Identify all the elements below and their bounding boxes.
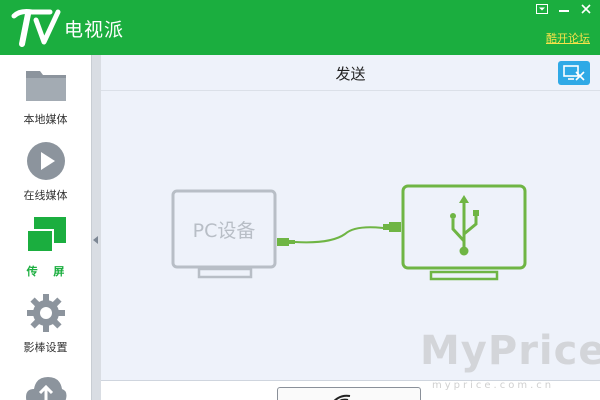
gear-icon: [27, 294, 65, 332]
sidebar-item-label: 传 屏: [26, 265, 71, 278]
forum-link[interactable]: 酷开论坛: [546, 30, 590, 46]
play-icon: [27, 142, 65, 180]
app-title: 电视派: [64, 19, 125, 41]
sidebar-item-label: 在线媒体: [23, 189, 68, 202]
sidebar-divider[interactable]: [91, 55, 101, 400]
watermark: MyPrice: [420, 328, 600, 374]
screen-cast-button[interactable]: [558, 61, 590, 85]
send-action-button[interactable]: [277, 387, 421, 400]
wifi-signal-icon: [333, 394, 351, 400]
minimize-icon[interactable]: [556, 2, 572, 16]
sidebar-item-cloud[interactable]: [0, 359, 91, 400]
usb-cable: [277, 222, 401, 246]
sidebar-item-online-media[interactable]: 在线媒体: [0, 131, 91, 207]
pc-device-label: PC设备: [193, 220, 256, 242]
sidebar-item-label: 影棒设置: [23, 341, 68, 354]
title-bar: 电视派 酷开论坛: [0, 0, 600, 55]
usb-icon: [451, 201, 478, 249]
tv-device-screen: [401, 184, 527, 281]
watermark-url: myprice.com.cn: [432, 380, 555, 391]
screen-cast-icon: [563, 65, 585, 81]
sidebar-item-label: 本地媒体: [23, 113, 68, 126]
pc-device-monitor: PC设备: [171, 189, 277, 279]
main-header: 发送: [101, 55, 600, 91]
close-icon[interactable]: [578, 2, 594, 16]
screen-mirror-icon: [26, 217, 66, 253]
tv-logo-icon: [11, 9, 61, 47]
dropdown-icon[interactable]: [534, 2, 550, 16]
window-controls: [534, 2, 594, 16]
sidebar-item-screen-cast[interactable]: 传 屏: [0, 207, 91, 283]
page-title: 发送: [335, 65, 366, 83]
cloud-upload-icon: [26, 377, 67, 400]
sidebar: 本地媒体 在线媒体 传 屏 影棒设置: [0, 55, 91, 400]
folder-icon: [26, 71, 66, 101]
collapse-arrow-icon[interactable]: [93, 236, 98, 244]
sidebar-item-stick-settings[interactable]: 影棒设置: [0, 283, 91, 359]
sidebar-item-local-media[interactable]: 本地媒体: [0, 55, 91, 131]
